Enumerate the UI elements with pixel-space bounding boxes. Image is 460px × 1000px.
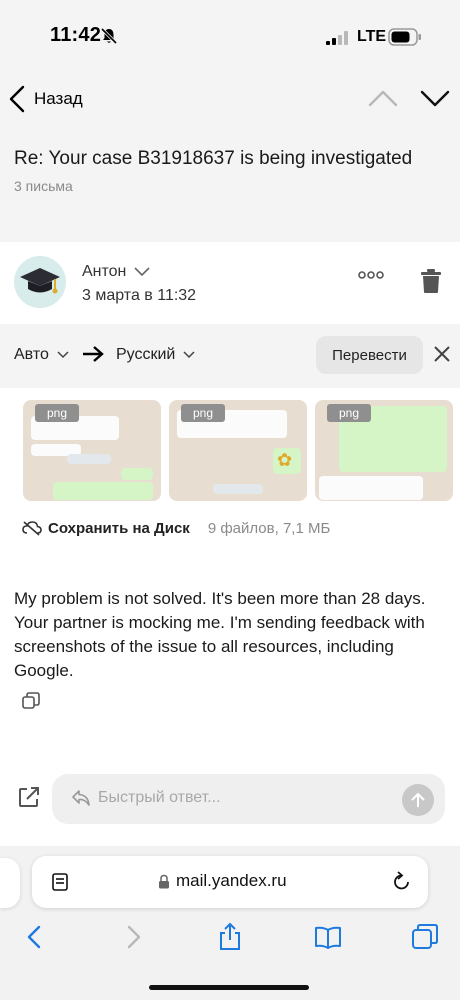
network-type: LTE [357,28,387,45]
open-external-icon[interactable] [18,786,40,808]
source-language-select[interactable]: Авто [14,346,69,364]
battery-icon [388,28,421,46]
attachments-strip: png ✿ png png [0,400,460,504]
translate-bar: Авто Русский Перевести [0,324,460,388]
more-icon[interactable] [358,270,384,280]
lock-icon [159,874,169,888]
email-subject: Re: Your case B31918637 is being investi… [14,148,413,169]
save-to-disk-button[interactable]: Сохранить на Диск 9 файлов, 7,1 МБ [22,517,330,539]
chat-bubble [319,476,423,500]
status-time: 11:42 [50,24,102,46]
target-language: Русский [116,346,176,363]
chevron-down-icon[interactable] [420,86,450,110]
date-chip [67,454,111,464]
chevron-down-icon [134,267,150,277]
sender-name: Антон [82,263,127,280]
files-info: 9 файлов, 7,1 МБ [207,519,331,537]
status-bar: 11:42 LTE [0,0,460,74]
graduation-cap-icon [20,268,60,294]
message-date: 3 марта в 11:32 [82,287,197,304]
translate-button[interactable]: Перевести [316,336,423,374]
pray-emoji-icon: ✿ [277,450,293,470]
sender-name-button[interactable]: Антон [82,263,150,281]
attachment-thumbnail[interactable]: png [315,400,453,501]
address-bar[interactable]: mail.yandex.ru [32,856,428,908]
bell-slash-icon [100,27,118,45]
cellular-signal-icon [326,31,348,45]
save-to-disk-label: Сохранить на Диск [48,519,190,537]
back-button[interactable]: Назад [8,84,83,114]
file-format-label: png [35,404,80,422]
tabs-icon[interactable] [410,922,440,952]
send-button[interactable] [402,784,434,816]
thread-count: 3 письма [14,178,73,194]
cloud-save-icon [22,521,42,536]
target-language-select[interactable]: Русский [116,346,195,364]
share-icon[interactable] [215,922,245,952]
reload-icon[interactable] [392,871,412,893]
chat-bubble [53,482,153,500]
trash-icon[interactable] [420,268,442,294]
file-format-label: png [327,404,372,422]
subject-block: Re: Your case B31918637 is being investi… [0,124,460,242]
forward-arrow-icon[interactable] [118,922,148,952]
file-format-label: png [181,404,226,422]
url-display[interactable]: mail.yandex.ru [158,871,287,891]
source-language: Авто [14,346,49,363]
back-arrow-icon[interactable] [20,922,50,952]
quick-reply-placeholder: Быстрый ответ... [98,789,221,806]
copy-icon[interactable] [22,692,40,710]
sender-row: Антон 3 марта в 11:32 [0,242,460,324]
home-indicator [149,985,309,990]
url-text: mail.yandex.ru [176,871,287,890]
chevron-left-icon [9,85,25,113]
page-menu-icon[interactable] [50,872,70,892]
previous-tab-preview[interactable] [0,858,20,908]
chevron-down-icon [57,351,69,359]
chat-bubble [121,468,153,480]
attachment-thumbnail[interactable]: png [23,400,161,501]
date-chip [213,484,263,494]
chevron-up-icon[interactable] [368,86,398,110]
reply-icon [72,790,90,806]
bookmarks-icon[interactable] [313,922,343,952]
chevron-down-icon [183,351,195,359]
nav-header: Назад [0,74,460,124]
quick-reply-field[interactable]: Быстрый ответ... [52,774,445,824]
attachment-thumbnail[interactable]: ✿ png [169,400,307,501]
arrow-up-icon [411,792,425,807]
avatar[interactable] [14,256,66,308]
back-label: Назад [34,89,83,108]
message-body: My problem is not solved. It's been more… [14,589,426,680]
close-icon[interactable] [433,345,451,363]
arrow-right-icon [83,346,104,362]
